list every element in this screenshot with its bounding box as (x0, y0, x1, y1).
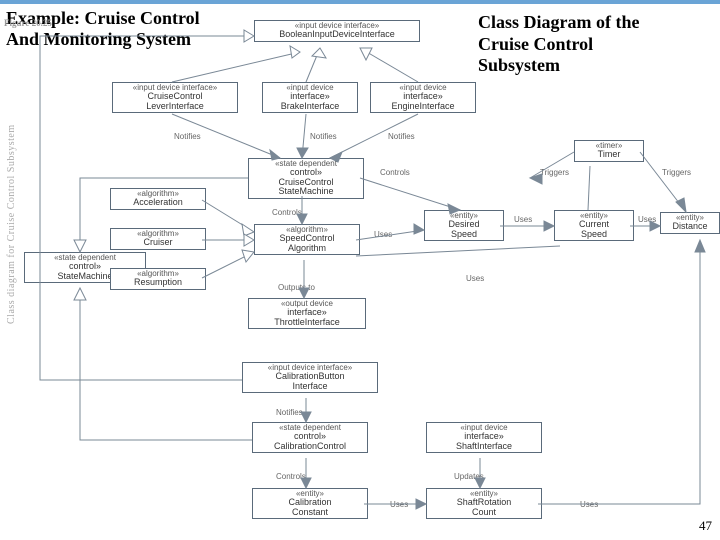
lbl-updates: Updates (454, 472, 484, 481)
lbl-controls-2: Controls (272, 208, 302, 217)
node-shaft-rot: «entity» ShaftRotation Count (426, 488, 542, 519)
lbl-notifies-3: Notifies (388, 132, 415, 141)
figure-caption: Class diagram for Cruise Control Subsyst… (6, 64, 20, 324)
title-cd-line3: Subsystem (478, 55, 560, 75)
node-resump: «algorithm» Resumption (110, 268, 206, 290)
lbl-triggers-2: Triggers (662, 168, 691, 177)
lbl-uses-2: Uses (514, 215, 532, 224)
title-example: Example: Cruise Control And Monitoring S… (6, 8, 200, 49)
lbl-uses-1: Uses (374, 230, 392, 239)
lbl-uses-3: Uses (638, 215, 656, 224)
lbl-controls-1: Controls (380, 168, 410, 177)
node-boolean-input: «input device interface» BooleanInputDev… (254, 20, 420, 42)
node-shaft-if: «input device interface» ShaftInterface (426, 422, 542, 453)
node-accel: «algorithm» Acceleration (110, 188, 206, 210)
lbl-outputs: Outputs to (278, 283, 315, 292)
title-classdiagram: Class Diagram of the Cruise Control Subs… (478, 12, 639, 77)
title-cd-line1: Class Diagram of the (478, 12, 639, 32)
node-ccsm: «state dependent control» CruiseControl … (248, 158, 364, 199)
node-current: «entity» Current Speed (554, 210, 634, 241)
node-calib-btn: «input device interface» CalibrationButt… (242, 362, 378, 393)
node-cruiser: «algorithm» Cruiser (110, 228, 206, 250)
node-throttle: «output device interface» ThrottleInterf… (248, 298, 366, 329)
title-example-line2: And Monitoring System (6, 29, 191, 49)
lbl-uses-6: Uses (580, 500, 598, 509)
lbl-notifies-2: Notifies (310, 132, 337, 141)
node-desired: «entity» Desired Speed (424, 210, 504, 241)
lbl-notifies-4: Notifies (276, 408, 303, 417)
lbl-triggers-1: Triggers (540, 168, 569, 177)
class-name: BooleanInputDeviceInterface (257, 30, 417, 39)
figure-number: Figure 20.25 (4, 18, 52, 28)
node-sca: «algorithm» SpeedControl Algorithm (254, 224, 360, 255)
lbl-uses-4: Uses (466, 274, 484, 283)
node-lever: «input device interface» CruiseControl L… (112, 82, 238, 113)
page-number: 47 (699, 518, 712, 534)
node-timer: «timer» Timer (574, 140, 644, 162)
title-cd-line2: Cruise Control (478, 34, 593, 54)
node-distance: «entity» Distance (660, 212, 720, 234)
lbl-notifies-1: Notifies (174, 132, 201, 141)
node-brake: «input device interface» BrakeInterface (262, 82, 358, 113)
node-calib-ctrl: «state dependent control» CalibrationCon… (252, 422, 368, 453)
lbl-controls-3: Controls (276, 472, 306, 481)
lbl-uses-5: Uses (390, 500, 408, 509)
node-calib-const: «entity» Calibration Constant (252, 488, 368, 519)
node-engine: «input device interface» EngineInterface (370, 82, 476, 113)
